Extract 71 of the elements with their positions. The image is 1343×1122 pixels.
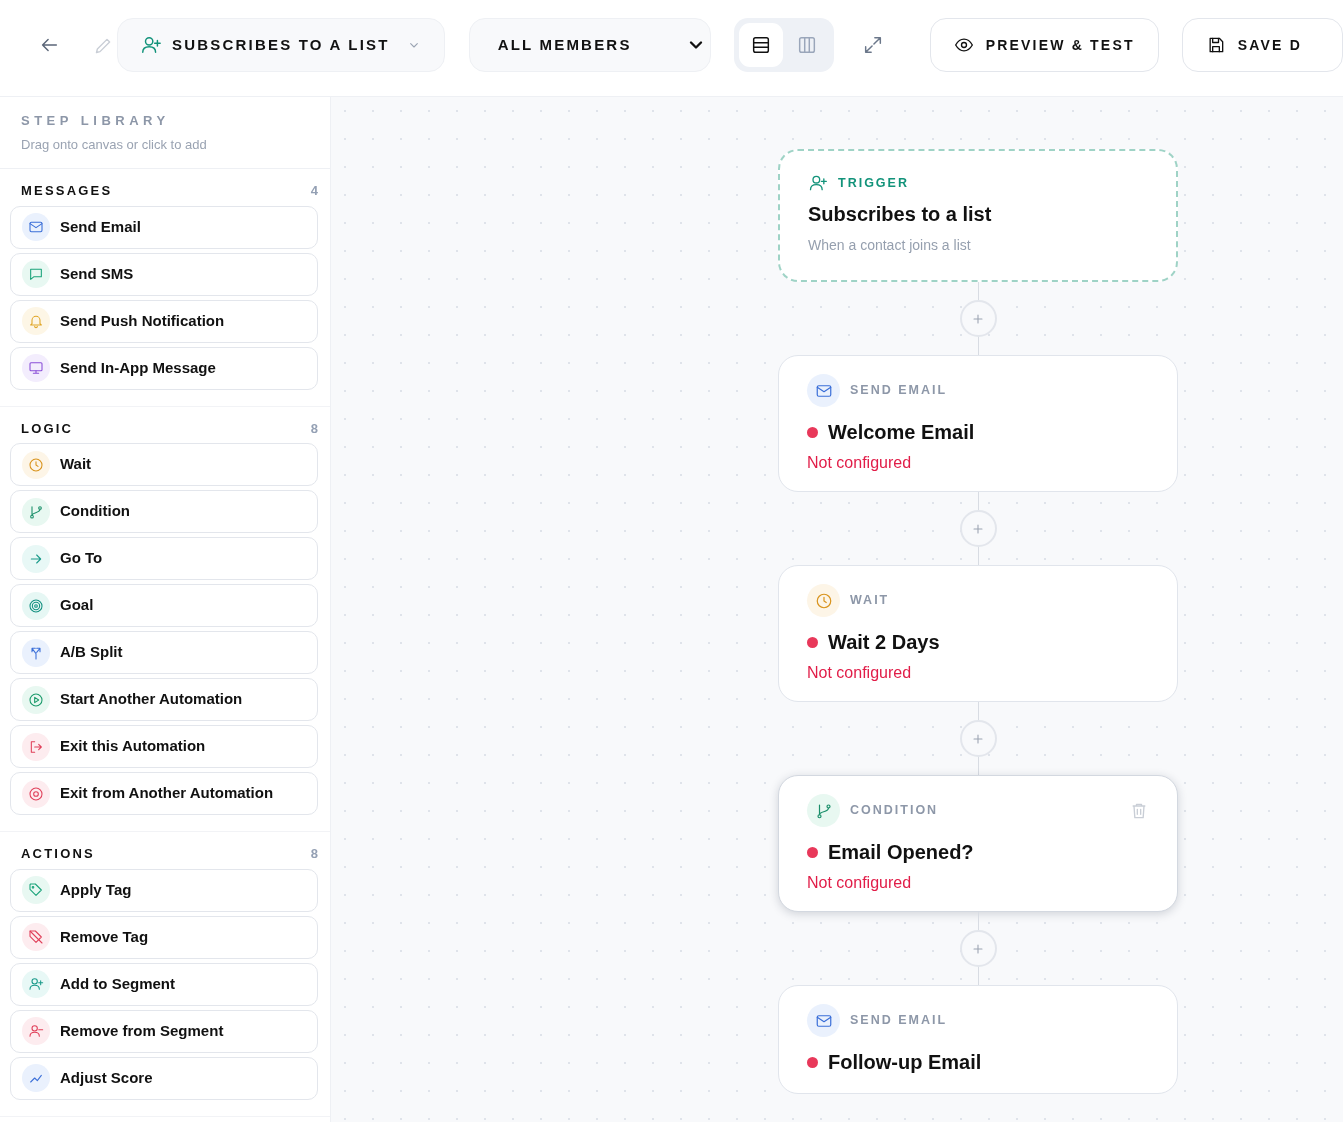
library-step[interactable]: A/B Split (10, 631, 318, 674)
step-card[interactable]: CONDITION Email Opened? Not configured (778, 775, 1178, 912)
step-card[interactable]: SEND EMAIL Follow-up Email (778, 985, 1178, 1094)
library-step[interactable]: Apply Tag (10, 868, 318, 912)
library-step[interactable]: Start Another Automation (10, 678, 318, 721)
ring-icon (28, 785, 44, 802)
user-plus-icon (808, 173, 828, 193)
library-step[interactable]: Send In-App Message (10, 346, 318, 390)
node-description: When a contact joins a list (808, 236, 972, 255)
node-status: Not configured (807, 873, 913, 893)
library-step[interactable]: Go To (10, 537, 318, 580)
library-subtitle: Drag onto canvas or click to add (21, 135, 208, 154)
section-title: MESSAGES (21, 182, 113, 200)
add-step-button[interactable] (959, 720, 997, 757)
library-step[interactable]: Exit from Another Automation (10, 772, 318, 815)
library-step[interactable]: Remove from Segment (10, 1009, 318, 1053)
chat-bubble-icon (28, 266, 44, 282)
section-count: 8 (310, 845, 318, 863)
step-card[interactable]: SEND EMAIL Welcome Email Not configured (778, 355, 1178, 492)
library-step[interactable]: Send SMS (10, 252, 318, 296)
user-plus-icon (140, 34, 163, 56)
library-step[interactable]: Add to Segment (10, 962, 318, 1006)
rows-view-button[interactable] (739, 23, 784, 67)
library-step[interactable]: Send Push Notification (10, 299, 318, 343)
add-step-button[interactable] (959, 930, 997, 967)
bell-icon (28, 313, 44, 329)
node-type: SEND EMAIL (850, 1012, 948, 1030)
user-plus-icon (28, 976, 44, 992)
node-type: WAIT (850, 592, 890, 610)
clock-icon (814, 591, 833, 610)
branch-icon (814, 801, 833, 820)
clock-icon (28, 456, 44, 473)
library-step[interactable]: Exit this Automation (10, 725, 318, 768)
branch-icon (28, 503, 44, 520)
tag-icon (28, 882, 44, 898)
step-card[interactable]: WAIT Wait 2 Days Not configured (778, 565, 1178, 702)
library-step[interactable]: Send Email (10, 205, 318, 249)
node-type: SEND EMAIL (850, 382, 948, 400)
node-title: Wait 2 Days (828, 630, 940, 655)
library-step[interactable]: Goal (10, 584, 318, 627)
node-title: Follow-up Email (828, 1050, 982, 1075)
play-circle-icon (28, 691, 44, 708)
add-step-button[interactable] (959, 510, 997, 547)
preview-button[interactable]: PREVIEW & TEST (929, 18, 1159, 72)
section-count: 8 (310, 419, 318, 438)
node-title: Subscribes to a list (808, 202, 993, 227)
monitor-icon (28, 360, 44, 376)
node-status: Not configured (807, 453, 913, 473)
node-type: TRIGGER (838, 174, 909, 192)
node-status: Not configured (807, 663, 913, 683)
node-title: Welcome Email (828, 420, 975, 445)
envelope-icon (28, 219, 44, 235)
add-step-button[interactable] (959, 300, 997, 337)
user-minus-icon (28, 1023, 44, 1039)
section-count: 4 (310, 182, 318, 200)
library-step[interactable]: Adjust Score (10, 1056, 318, 1100)
library-step[interactable]: Condition (10, 490, 318, 533)
library-title: STEP LIBRARY (21, 112, 171, 130)
library-step[interactable]: Remove Tag (10, 915, 318, 959)
section-title: ACTIONS (21, 845, 95, 863)
exit-arrow-icon (28, 738, 44, 755)
library-step[interactable]: Wait (10, 443, 318, 486)
node-type: CONDITION (850, 802, 939, 820)
section-title: LOGIC (21, 419, 74, 438)
crossed-tag-icon (28, 929, 44, 945)
audience-select[interactable]: ALL MEMBERS (468, 18, 712, 72)
trigger-card[interactable]: TRIGGER Subscribes to a list When a contact joins a list (778, 149, 1178, 282)
trigger-select[interactable]: SUBSCRIBES TO A LIST (117, 18, 445, 72)
target-icon (28, 597, 44, 614)
node-title: Email Opened? (828, 840, 974, 865)
save-button[interactable]: SAVE D (1181, 18, 1343, 72)
